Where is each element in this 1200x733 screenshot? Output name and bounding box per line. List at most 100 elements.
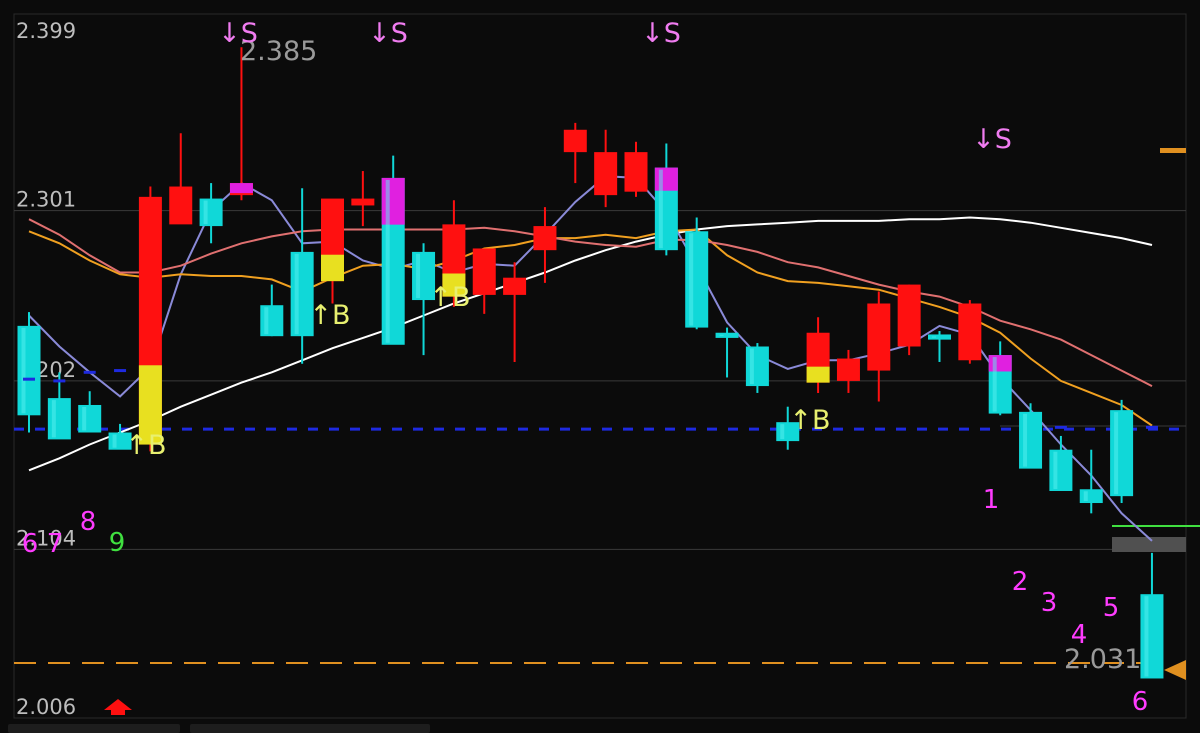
count-label: 4 <box>1071 620 1088 650</box>
candle-body <box>17 325 41 416</box>
candle-shine <box>749 348 754 385</box>
candle <box>17 312 41 433</box>
candle <box>78 391 102 433</box>
count-label: 5 <box>1103 593 1120 623</box>
indicator-tab[interactable] <box>8 724 180 733</box>
buy-signal: ↑B <box>789 405 830 436</box>
candle <box>1049 435 1073 491</box>
candle-body <box>1079 489 1103 504</box>
count-label: 7 <box>47 529 64 559</box>
candle-highlight <box>321 254 344 282</box>
candle <box>685 217 709 330</box>
candle <box>1140 552 1164 679</box>
candle <box>229 47 253 201</box>
sell-signal: ↓S <box>368 18 408 49</box>
candle-body <box>958 303 982 361</box>
candle-shine <box>1144 596 1149 677</box>
candle-highlight <box>381 177 405 225</box>
candle <box>988 341 1012 416</box>
ma-line <box>28 216 1153 472</box>
candle-shine <box>1083 491 1088 502</box>
candle <box>897 284 921 356</box>
candle <box>169 133 193 225</box>
y-tick-label: 2.399 <box>16 19 76 43</box>
count-label: 3 <box>1041 588 1058 618</box>
candle-highlight <box>806 366 830 383</box>
buy-signal: ↑B <box>309 300 350 331</box>
candle-body <box>624 152 648 192</box>
candle-shine <box>780 424 785 440</box>
count-label: 1 <box>983 485 1000 515</box>
candle <box>867 291 891 402</box>
candle <box>836 349 860 393</box>
candle <box>351 171 375 227</box>
count-label: 8 <box>80 507 97 537</box>
candle-shine <box>51 400 56 438</box>
candle-highlight <box>654 167 678 191</box>
candle-body <box>351 198 375 206</box>
indicator-tab[interactable] <box>190 724 430 733</box>
candle <box>533 207 557 283</box>
candle <box>1019 403 1043 469</box>
candle-shine <box>294 253 299 335</box>
candle-body <box>715 332 739 338</box>
sell-signal: ↓S <box>218 18 258 49</box>
candle-shine <box>1023 413 1028 467</box>
candlestick-chart: 2.3992.3012.2022.1042.0062.3852.031↓S ↓S ↓… <box>13 13 1200 719</box>
candle <box>138 186 162 452</box>
bottom-marker-icon <box>1164 660 1186 680</box>
sell-signal: ↓S <box>972 124 1012 155</box>
candle <box>654 143 678 256</box>
candle-body <box>867 303 891 371</box>
count-label: 6 <box>22 529 39 559</box>
candle <box>563 122 587 184</box>
y-tick-label: 2.006 <box>16 695 76 719</box>
candle-shine <box>658 169 663 249</box>
candle-body <box>1110 410 1134 497</box>
bottom-strip <box>0 722 1200 733</box>
candle-body <box>472 248 496 295</box>
buy-signal: ↑B <box>125 430 166 461</box>
candle-highlight <box>229 183 253 194</box>
candle-body <box>1019 411 1043 469</box>
y-tick-label: 2.301 <box>16 188 76 212</box>
up-arrow-icon <box>104 699 132 715</box>
candle <box>928 331 951 362</box>
candle <box>958 300 982 364</box>
candle-body <box>1049 449 1073 491</box>
candle <box>594 129 618 208</box>
candle-shine <box>112 434 117 448</box>
sell-signal: ↓S <box>641 18 681 49</box>
candle-body <box>685 231 709 328</box>
candle-body <box>1140 594 1164 679</box>
count-label: 2 <box>1012 567 1029 597</box>
candle-shine <box>203 200 208 225</box>
candle-shine <box>21 327 26 414</box>
count-label: 6 <box>1132 687 1149 717</box>
candle-body <box>199 198 223 227</box>
candle <box>321 198 344 304</box>
candle-shine <box>1053 451 1058 489</box>
candle <box>199 183 223 244</box>
candle <box>472 248 496 314</box>
candle-body <box>563 129 587 153</box>
candle <box>503 262 527 362</box>
level-marker <box>1160 148 1186 153</box>
candle <box>290 188 314 364</box>
candle-body <box>836 358 860 381</box>
candle <box>806 317 830 393</box>
candle-shine <box>264 307 269 335</box>
candle-shine <box>932 336 936 338</box>
candle <box>1110 399 1134 504</box>
candle-body <box>503 277 527 295</box>
count-label: 9 <box>109 528 126 558</box>
candle-body <box>78 404 102 433</box>
ma-line <box>28 218 1153 387</box>
candle-body <box>928 334 951 340</box>
candle <box>624 141 648 197</box>
candle-body <box>260 305 284 337</box>
candle-shine <box>689 233 694 326</box>
candle-body <box>897 284 921 347</box>
candle-shine <box>385 179 390 343</box>
candle <box>381 155 405 345</box>
